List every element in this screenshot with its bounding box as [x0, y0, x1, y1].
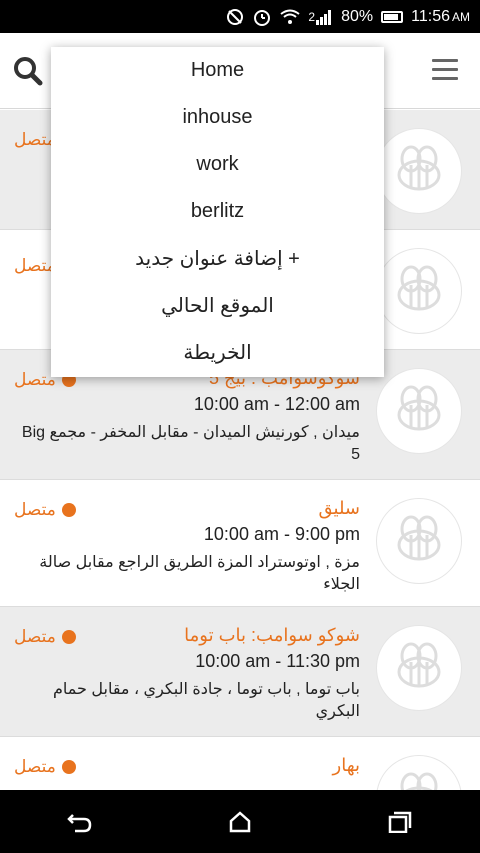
- restaurant-name: سليق: [318, 498, 360, 518]
- system-nav-bar: [0, 790, 480, 853]
- menu-item-add-address[interactable]: + إضافة عنوان جديد: [51, 235, 384, 282]
- recent-apps-icon[interactable]: [370, 802, 430, 842]
- status-dot: [61, 503, 76, 517]
- opening-hours: 10:00 am - 11:30 pm: [195, 651, 360, 671]
- wifi-icon: [280, 9, 301, 25]
- bee-logo-icon: [376, 368, 462, 454]
- status-bar: 2 80% 11:56 AM: [0, 0, 480, 33]
- list-item[interactable]: متصل بهار: [0, 737, 480, 790]
- status-dot: [61, 630, 76, 644]
- status-badge: متصل: [14, 757, 76, 777]
- address-dropdown-menu: Home inhouse work berlitz + إضافة عنوان …: [51, 47, 384, 377]
- bee-logo-icon: [376, 248, 462, 334]
- menu-item-inhouse[interactable]: inhouse: [51, 94, 384, 141]
- bee-logo-icon: [376, 498, 462, 584]
- bee-logo-icon: [376, 625, 462, 711]
- menu-item-work[interactable]: work: [51, 141, 384, 188]
- hamburger-icon[interactable]: [432, 59, 458, 81]
- battery-icon: [381, 10, 404, 23]
- status-badge: متصل: [14, 130, 56, 149]
- back-icon[interactable]: [50, 802, 110, 842]
- no-call-icon: [226, 8, 244, 26]
- restaurant-name: شوكو سوامب: باب توما: [184, 625, 360, 645]
- list-item[interactable]: متصل شوكو سوامب: باب توما 10:00 am - 11:…: [0, 607, 480, 737]
- signal-icon: 2: [308, 9, 333, 25]
- status-badge: متصل: [14, 256, 56, 275]
- clock: 11:56 AM: [411, 7, 470, 25]
- status-dot: [61, 760, 76, 774]
- alarm-icon: [252, 7, 272, 27]
- opening-hours: 10:00 am - 12:00 am: [193, 394, 360, 414]
- status-badge: متصل: [14, 500, 76, 520]
- menu-item-map[interactable]: الخريطة: [51, 329, 384, 376]
- list-item[interactable]: متصل سليق 10:00 am - 9:00 pm مزة , اوتوس…: [0, 480, 480, 607]
- bee-logo-icon: [376, 128, 462, 214]
- opening-hours: 10:00 am - 9:00 pm: [203, 524, 360, 544]
- restaurant-address: باب توما , باب توما ، جادة البكري ، مقاب…: [53, 681, 360, 720]
- menu-item-current-location[interactable]: الموقع الحالي: [51, 282, 384, 329]
- battery-percent: 80%: [341, 7, 374, 25]
- restaurant-name: بهار: [332, 755, 360, 775]
- search-icon[interactable]: [12, 55, 44, 87]
- menu-item-home[interactable]: Home: [51, 47, 384, 94]
- bee-logo-icon: [376, 755, 462, 790]
- menu-item-berlitz[interactable]: berlitz: [51, 188, 384, 235]
- home-icon[interactable]: [210, 802, 270, 842]
- restaurant-address: ميدان , كورنيش الميدان - مقابل المخفر - …: [21, 424, 360, 463]
- restaurant-address: مزة , اوتوستراد المزة الطريق الراجع مقاب…: [39, 554, 360, 593]
- status-badge: متصل: [14, 627, 76, 647]
